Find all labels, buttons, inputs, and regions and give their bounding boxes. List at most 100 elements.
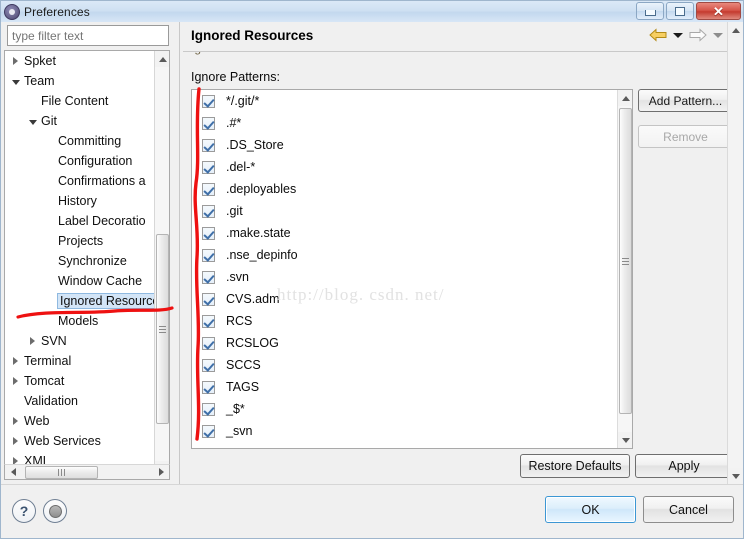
tree-item-confirmations-a[interactable]: Confirmations a <box>5 171 155 191</box>
tree-item-label: Validation <box>24 394 78 408</box>
tree-item-validation[interactable]: Validation <box>5 391 155 411</box>
pattern-row[interactable]: TAGS <box>192 376 632 398</box>
pattern-checkbox[interactable] <box>202 358 215 372</box>
pattern-label: .nse_depinfo <box>226 248 298 262</box>
twisty-collapsed-icon[interactable] <box>9 437 22 445</box>
page-scroll-up-arrow[interactable] <box>728 22 743 38</box>
tree-item-label: Web <box>24 414 50 428</box>
tree-item-list: Spket Team File Content Git Committing Config… <box>5 51 163 471</box>
tree-horizontal-scrollbar[interactable] <box>4 464 170 480</box>
help-icon[interactable]: ? <box>12 499 36 523</box>
pattern-checkbox[interactable] <box>202 336 215 350</box>
pattern-label: */.git/* <box>226 94 260 108</box>
pattern-row[interactable]: */.git/* <box>192 90 632 112</box>
tree-item-terminal[interactable]: Terminal <box>5 351 155 371</box>
pane-divider[interactable] <box>179 22 180 484</box>
tree-item-synchronize[interactable]: Synchronize <box>5 251 155 271</box>
page-scroll-down-arrow[interactable] <box>728 468 743 484</box>
pattern-row[interactable]: .nse_depinfo <box>192 244 632 266</box>
tree-hscroll-right-arrow[interactable] <box>153 465 169 479</box>
ok-button[interactable]: OK <box>545 496 636 523</box>
tree-scroll-up-arrow[interactable] <box>155 51 169 67</box>
forward-arrow-icon[interactable] <box>687 25 709 45</box>
pattern-row[interactable]: .svn <box>192 266 632 288</box>
minimize-button[interactable] <box>636 2 664 20</box>
twisty-collapsed-icon[interactable] <box>9 57 22 65</box>
tree-item-configuration[interactable]: Configuration <box>5 151 155 171</box>
twisty-collapsed-icon[interactable] <box>9 417 22 425</box>
list-scroll-down-arrow[interactable] <box>618 432 632 448</box>
maximize-button[interactable] <box>666 2 694 20</box>
pattern-checkbox[interactable] <box>202 380 215 394</box>
close-button[interactable]: ✕ <box>696 2 741 20</box>
twisty-collapsed-icon[interactable] <box>26 337 39 345</box>
tree-item-git[interactable]: Git <box>5 111 155 131</box>
back-arrow-icon[interactable] <box>647 25 669 45</box>
tree-item-team[interactable]: Team <box>5 71 155 91</box>
tree-vertical-scrollbar[interactable] <box>154 51 169 477</box>
tree-hscroll-left-arrow[interactable] <box>5 465 21 479</box>
cancel-button[interactable]: Cancel <box>643 496 734 523</box>
pattern-checkbox[interactable] <box>202 292 215 306</box>
tree-hscroll-thumb[interactable] <box>25 465 98 479</box>
restore-defaults-button[interactable]: Restore Defaults <box>520 454 630 478</box>
pattern-checkbox[interactable] <box>202 204 215 218</box>
tree-item-history[interactable]: History <box>5 191 155 211</box>
pattern-row[interactable]: .deployables <box>192 178 632 200</box>
ignore-patterns-list[interactable]: http://blog. csdn. net/ */.git/* .#* .DS_S… <box>191 89 633 449</box>
pattern-row[interactable]: _svn <box>192 420 632 442</box>
pattern-checkbox[interactable] <box>202 138 215 152</box>
apply-button[interactable]: Apply <box>635 454 733 478</box>
pattern-row[interactable]: .DS_Store <box>192 134 632 156</box>
remove-button[interactable]: Remove <box>638 125 733 148</box>
tree-item-committing[interactable]: Committing <box>5 131 155 151</box>
twisty-collapsed-icon[interactable] <box>9 377 22 385</box>
pattern-row[interactable]: RCSLOG <box>192 332 632 354</box>
tree-item-models[interactable]: Models <box>5 311 155 331</box>
twisty-collapsed-icon[interactable] <box>9 357 22 365</box>
tree-item-svn[interactable]: SVN <box>5 331 155 351</box>
pattern-checkbox[interactable] <box>202 402 215 416</box>
tree-item-web[interactable]: Web <box>5 411 155 431</box>
pattern-checkbox[interactable] <box>202 314 215 328</box>
pattern-row[interactable]: SCCS <box>192 354 632 376</box>
pattern-row[interactable]: .del-* <box>192 156 632 178</box>
pattern-row[interactable]: .git <box>192 200 632 222</box>
tree-item-web-services[interactable]: Web Services <box>5 431 155 451</box>
preferences-tree[interactable]: Spket Team File Content Git Committing Config… <box>4 50 170 478</box>
list-scroll-thumb[interactable] <box>619 108 632 414</box>
pattern-row[interactable]: _$* <box>192 398 632 420</box>
tree-item-tomcat[interactable]: Tomcat <box>5 371 155 391</box>
tree-item-file-content[interactable]: File Content <box>5 91 155 111</box>
tree-item-spket[interactable]: Spket <box>5 51 155 71</box>
back-dropdown-icon[interactable] <box>671 25 685 45</box>
tree-item-ignored-resource[interactable]: Ignored Resource <box>5 291 163 311</box>
tree-item-label: History <box>58 194 97 208</box>
pattern-checkbox[interactable] <box>202 270 215 284</box>
pattern-checkbox[interactable] <box>202 248 215 262</box>
twisty-expanded-icon[interactable] <box>9 77 22 85</box>
pattern-row[interactable]: .make.state <box>192 222 632 244</box>
add-pattern-button[interactable]: Add Pattern... <box>638 89 733 112</box>
pattern-row[interactable]: RCS <box>192 310 632 332</box>
tree-item-label-decoratio[interactable]: Label Decoratio <box>5 211 155 231</box>
pattern-label: _$* <box>226 402 245 416</box>
tree-item-window-cache[interactable]: Window Cache <box>5 271 155 291</box>
pattern-checkbox[interactable] <box>202 116 215 130</box>
page-vertical-scrollbar[interactable] <box>727 22 743 484</box>
tree-scroll-thumb[interactable] <box>156 234 169 424</box>
list-scroll-up-arrow[interactable] <box>618 90 632 106</box>
forward-dropdown-icon[interactable] <box>711 25 725 45</box>
tree-item-projects[interactable]: Projects <box>5 231 155 251</box>
filter-input[interactable] <box>7 25 169 46</box>
twisty-expanded-icon[interactable] <box>26 117 39 125</box>
pattern-row[interactable]: CVS.adm <box>192 288 632 310</box>
pattern-checkbox[interactable] <box>202 424 215 438</box>
pin-icon[interactable] <box>43 499 67 523</box>
pattern-checkbox[interactable] <box>202 226 215 240</box>
list-vertical-scrollbar[interactable] <box>617 90 632 448</box>
pattern-checkbox[interactable] <box>202 182 215 196</box>
pattern-checkbox[interactable] <box>202 94 215 108</box>
pattern-row[interactable]: .#* <box>192 112 632 134</box>
pattern-checkbox[interactable] <box>202 160 215 174</box>
